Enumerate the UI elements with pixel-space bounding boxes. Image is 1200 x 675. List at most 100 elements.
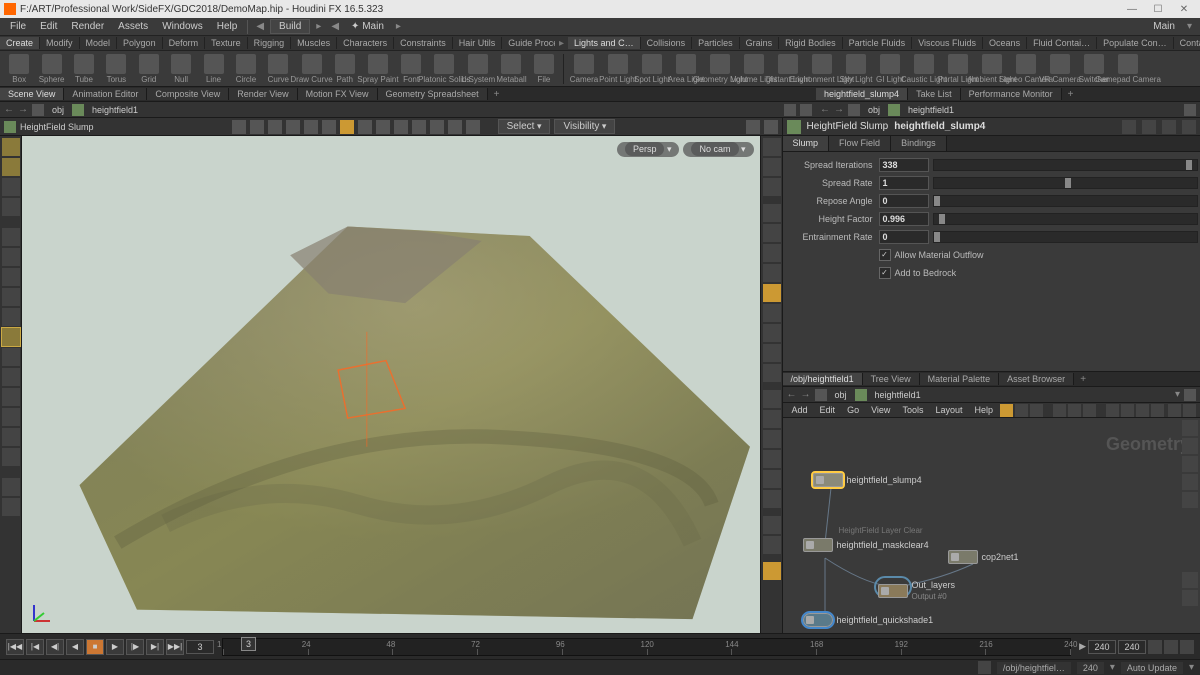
timeline-track[interactable]: 3 124487296120144168192216240 [222, 638, 1071, 656]
menu-assets[interactable]: Assets [112, 19, 154, 34]
forward-icon[interactable]: → [18, 104, 28, 115]
shelf-tool[interactable]: Draw Curve [296, 54, 328, 84]
status-path[interactable]: /obj/heightfiel… [997, 662, 1071, 674]
shelf-tab[interactable]: Rigid Bodies [779, 37, 843, 49]
frame-marker[interactable]: 3 [241, 637, 256, 651]
shelf-tool[interactable]: Torus [101, 54, 131, 84]
net-tool-icon[interactable] [1083, 404, 1096, 417]
shelf-tab[interactable]: Deform [163, 37, 206, 49]
frame-next-key-button[interactable]: ▶| [146, 639, 164, 655]
shelf-tool[interactable]: Caustic Light [908, 54, 940, 84]
vp-tool-icon[interactable] [466, 120, 480, 134]
view-tool-icon[interactable] [2, 138, 20, 156]
vp-tool-icon[interactable] [376, 120, 390, 134]
take-main[interactable]: ✦ Main [345, 20, 390, 33]
forward-icon[interactable]: → [834, 104, 844, 115]
nocam-pill[interactable]: No cam ▾ [683, 142, 753, 157]
vp-tool-icon[interactable] [746, 120, 760, 134]
tool-icon[interactable] [2, 308, 20, 326]
shelf-tool[interactable]: L-System [462, 54, 494, 84]
node-maskclear[interactable]: HeightField Layer Clear heightfield_mask… [803, 538, 929, 552]
net-tool-icon[interactable] [1121, 404, 1134, 417]
net-display-icon[interactable] [1182, 456, 1198, 472]
net-tool-icon[interactable] [1015, 404, 1028, 417]
pane-tab[interactable]: heightfield_slump4 [816, 88, 908, 100]
select-dropdown[interactable]: Select ▾ [498, 119, 551, 134]
shelf-tool[interactable]: Grid [134, 54, 164, 84]
tool-icon[interactable] [2, 498, 20, 516]
menu-windows[interactable]: Windows [156, 19, 209, 34]
net-display-icon[interactable] [1182, 474, 1198, 490]
vp-tool-icon[interactable] [250, 120, 264, 134]
display-tool-icon[interactable] [763, 304, 781, 322]
search-icon[interactable] [1162, 120, 1176, 134]
shelf-tool[interactable]: Spot Light [636, 54, 668, 84]
shelf-tool[interactable]: File [529, 54, 559, 84]
menu-file[interactable]: File [4, 19, 32, 34]
shelf-tab[interactable]: Model [80, 37, 118, 49]
display-tool-icon[interactable] [763, 138, 781, 156]
repose-angle-slider[interactable] [933, 195, 1198, 207]
shelf-tab[interactable]: Polygon [117, 37, 163, 49]
display-tool-icon[interactable] [763, 490, 781, 508]
net-menu-add[interactable]: Add [787, 404, 813, 416]
add-pane-tab[interactable]: + [488, 88, 506, 101]
tool-icon[interactable] [2, 388, 20, 406]
vp-tool-icon[interactable] [358, 120, 372, 134]
shelf-tab[interactable]: Particle Fluids [843, 37, 913, 49]
net-menu-tools[interactable]: Tools [897, 404, 928, 416]
display-tool-icon[interactable] [763, 158, 781, 176]
path-obj[interactable]: obj [48, 104, 68, 116]
shelf-tab[interactable]: Modify [40, 37, 80, 49]
back-icon[interactable]: ← [4, 104, 14, 115]
lock-icon[interactable] [1148, 640, 1162, 654]
take-main-right[interactable]: Main [1147, 20, 1181, 33]
snap-tool-icon[interactable] [2, 408, 20, 426]
shelf-tab[interactable]: Rigging [248, 37, 292, 49]
network-view[interactable]: Geometry [783, 418, 1200, 633]
add-pane-tab[interactable]: + [1062, 88, 1080, 101]
spread-rate-slider[interactable] [933, 177, 1198, 189]
shelf-tool[interactable]: Box [4, 54, 34, 84]
shelf-tab[interactable]: Collisions [641, 37, 693, 49]
rotate-tool-icon[interactable] [2, 268, 20, 286]
display-tool-icon[interactable] [763, 244, 781, 262]
current-frame-field[interactable]: 3 [186, 640, 214, 654]
tool-icon[interactable] [2, 478, 20, 496]
tool-icon[interactable] [2, 348, 20, 366]
view-tool-icon[interactable] [2, 158, 20, 176]
pane-tab[interactable]: Asset Browser [999, 373, 1074, 385]
display-tool-icon[interactable] [763, 470, 781, 488]
shelf-tool[interactable]: Stereo Camera [1010, 54, 1042, 84]
display-tool-icon[interactable] [763, 516, 781, 534]
shelf-tool[interactable]: Curve [263, 54, 293, 84]
net-menu-view[interactable]: View [866, 404, 895, 416]
link-icon[interactable] [800, 104, 812, 116]
allow-outflow-checkbox[interactable]: ✓ [879, 249, 891, 261]
pane-tab[interactable]: Tree View [863, 373, 920, 385]
range-end-field[interactable]: 240 [1118, 640, 1146, 654]
net-menu-edit[interactable]: Edit [815, 404, 841, 416]
pane-tab[interactable]: Composite View [147, 88, 229, 100]
vp-tool-icon[interactable] [340, 120, 354, 134]
add-pane-tab[interactable]: + [1074, 373, 1092, 386]
menu-render[interactable]: Render [65, 19, 110, 34]
vp-tool-icon[interactable] [412, 120, 426, 134]
display-tool-icon[interactable] [763, 562, 781, 580]
net-display-icon[interactable] [1182, 438, 1198, 454]
net-display-icon[interactable] [1182, 492, 1198, 508]
node-icon[interactable] [855, 389, 867, 401]
pin-icon[interactable] [1184, 389, 1196, 401]
close-button[interactable]: ✕ [1172, 2, 1196, 16]
path-obj[interactable]: obj [864, 104, 884, 116]
shelf-tool[interactable]: Platonic Solids [428, 54, 460, 84]
net-display-icon[interactable] [1182, 572, 1198, 588]
back-icon[interactable]: ← [787, 389, 797, 400]
play-button[interactable]: ▶ [106, 639, 124, 655]
display-tool-icon[interactable] [763, 264, 781, 282]
pane-tab[interactable]: Render View [229, 88, 297, 100]
net-tool-icon[interactable] [1151, 404, 1164, 417]
obj-icon[interactable] [32, 104, 44, 116]
shelf-tab[interactable]: Guide Process [502, 37, 555, 49]
net-tool-icon[interactable] [1000, 404, 1013, 417]
